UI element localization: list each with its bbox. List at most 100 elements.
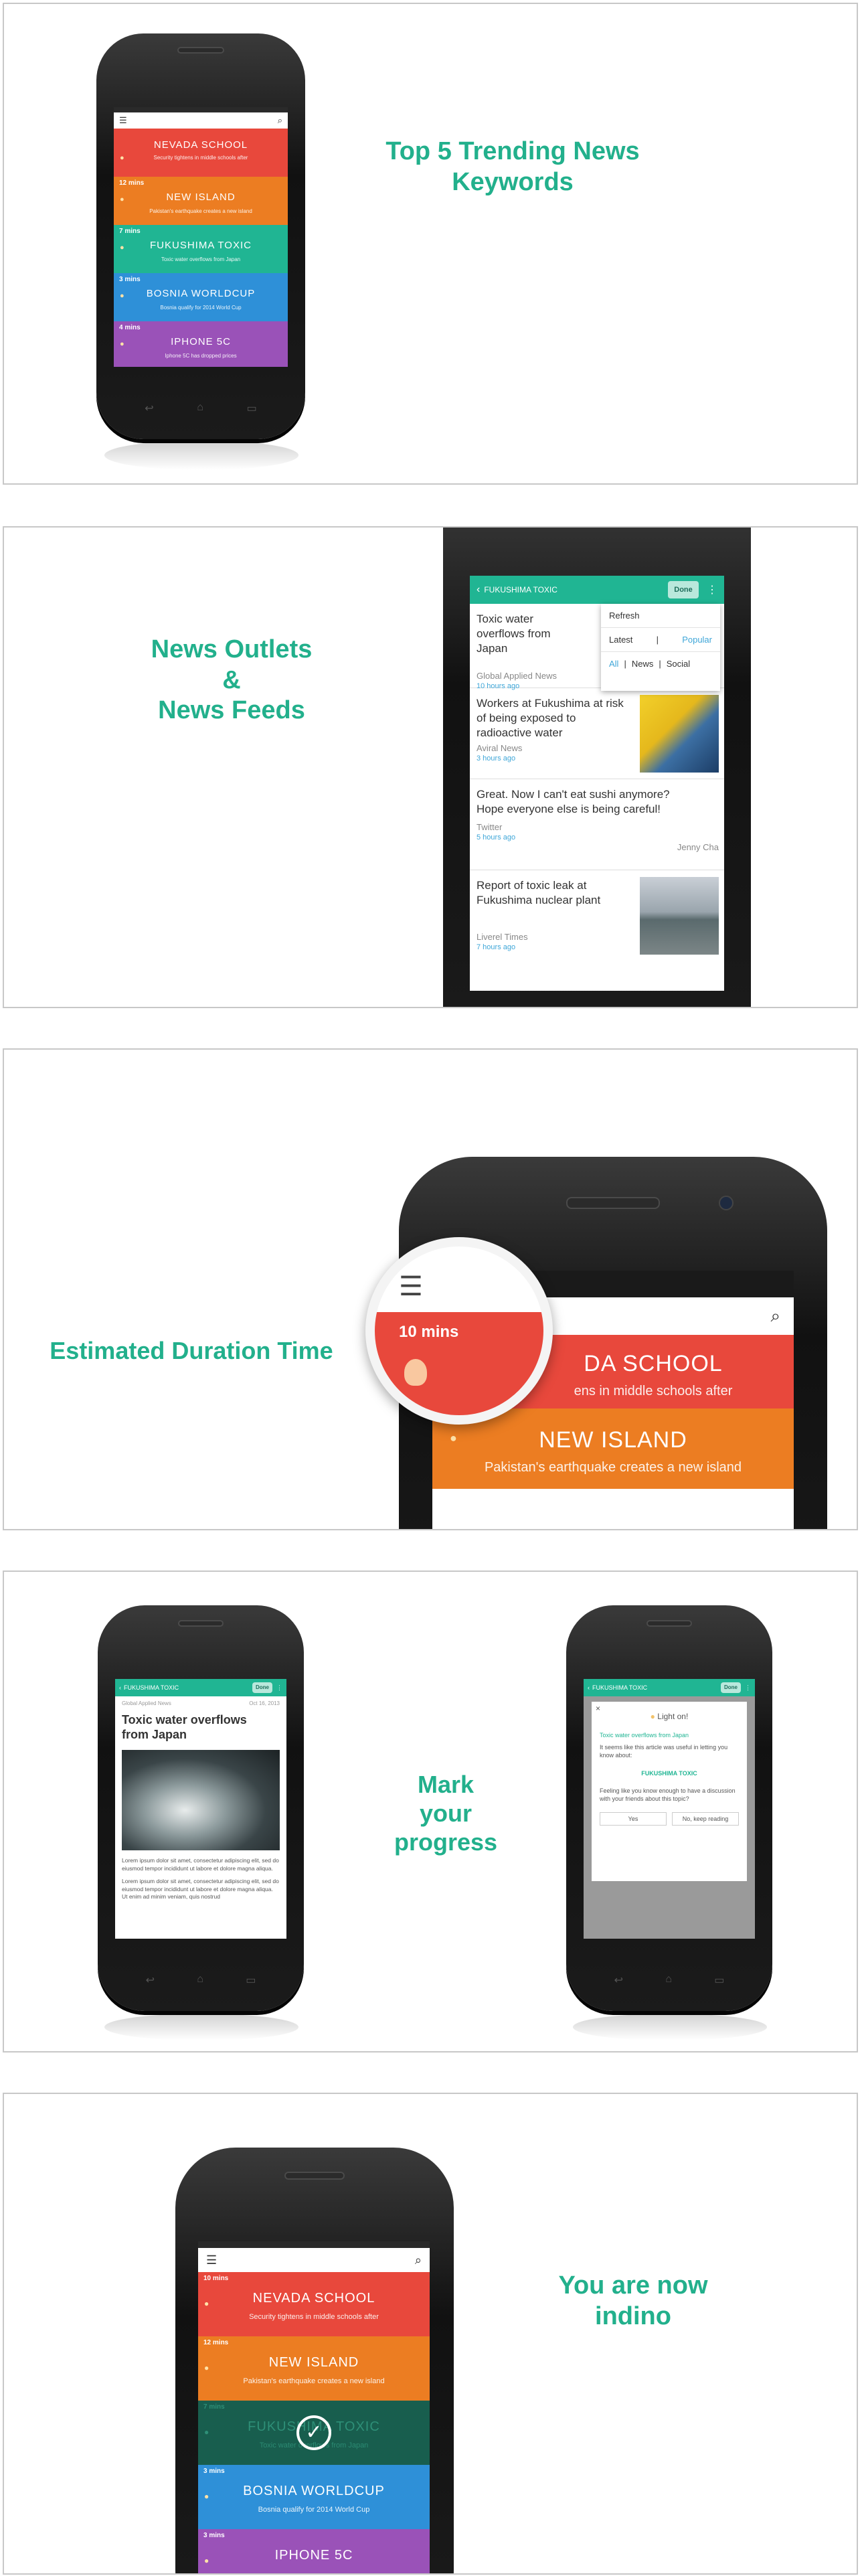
keyword-item-4[interactable]: 3 mins ● IPHONE 5C [198, 2529, 430, 2573]
feed-thumbnail [640, 877, 719, 955]
overflow-menu-icon[interactable]: ⋮ [276, 1684, 282, 1692]
back-icon[interactable]: ↩ [145, 402, 153, 415]
overflow-menu-icon[interactable]: ⋮ [707, 583, 717, 596]
done-button[interactable]: Done [668, 581, 699, 598]
speaker-grille [646, 1620, 692, 1627]
keyword-item-0[interactable]: ● NEVADA SCHOOL Security tightens in mid… [114, 129, 288, 177]
article-body: Lorem ipsum dolor sit amet, consectetur … [122, 1857, 279, 1872]
dialog-title: Light on! [657, 1712, 689, 1721]
feed-item-2[interactable]: Great. Now I can't eat sushi anymore? Ho… [470, 779, 724, 870]
caption-line: your [419, 1799, 472, 1828]
hardware-buttons: ↩ ⌂ ▭ [593, 1974, 746, 1987]
section-duration-time: Estimated Duration Time ⌕ DA SCHOOL ens … [3, 1048, 858, 1530]
caption-trending: Top 5 Trending News Keywords [385, 137, 640, 196]
bulb-icon: ● [650, 1712, 655, 1721]
speaker-grille [178, 1620, 224, 1627]
search-icon[interactable]: ⌕ [278, 115, 282, 126]
camera-icon [719, 1196, 734, 1210]
keyword-item-3[interactable]: 3 mins ● BOSNIA WORLDCUP Bosnia qualify … [198, 2465, 430, 2529]
caption-line: News Outlets [151, 635, 313, 663]
app-top-bar: ☰ ⌕ [198, 2248, 430, 2272]
keyword-item-2[interactable]: 7 mins ● FUKUSHIMA TOXIC Toxic water ove… [114, 225, 288, 273]
close-icon[interactable]: × [596, 1703, 600, 1714]
menu-news[interactable]: News [632, 659, 654, 669]
menu-popular[interactable]: Popular [682, 635, 712, 645]
home-icon[interactable]: ⌂ [665, 1974, 672, 1987]
search-icon[interactable]: ⌕ [770, 1305, 780, 1327]
recent-apps-icon[interactable]: ▭ [247, 402, 257, 415]
caption-duration: Estimated Duration Time [50, 1337, 333, 1364]
menu-latest[interactable]: Latest [609, 635, 632, 645]
phone-device: ‹ FUKUSHIMA TOXIC Done ⋮ Toxic water ove… [443, 528, 751, 1007]
home-icon[interactable]: ⌂ [197, 402, 203, 415]
keyword-item-4[interactable]: 4 mins ● IPHONE 5C Iphone 5C has dropped… [114, 321, 288, 367]
item-time: 10 mins [203, 2275, 229, 2282]
magnified-time: 10 mins [399, 1323, 459, 1341]
keyword-item-2-completed[interactable]: 7 mins ● FUKUSHIMA TOXIC Toxic water ove… [198, 2401, 430, 2465]
home-icon[interactable]: ⌂ [197, 1974, 203, 1987]
item-time: 7 mins [203, 2403, 225, 2411]
keyword-item-0[interactable]: 10 mins ● NEVADA SCHOOL Security tighten… [198, 2272, 430, 2336]
bulb-icon: ● [120, 244, 124, 252]
menu-icon[interactable]: ☰ [399, 1273, 426, 1301]
back-icon[interactable]: ↩ [614, 1974, 623, 1987]
caption-indino: You are now indino [526, 2271, 740, 2332]
done-button[interactable]: Done [252, 1682, 272, 1693]
item-subtitle: Iphone 5C has dropped prices [165, 353, 237, 359]
keyword-item-1[interactable]: 12 mins ● NEW ISLAND Pakistan's earthqua… [198, 2336, 430, 2401]
caption-line: Mark [417, 1771, 475, 1798]
yes-button[interactable]: Yes [600, 1812, 667, 1826]
article-date: Oct 16, 2013 [249, 1700, 280, 1706]
phone-screen: ‹ FUKUSHIMA TOXIC Done ⋮ Toxic water ove… [470, 576, 724, 991]
menu-icon[interactable]: ☰ [119, 115, 127, 126]
keep-reading-button[interactable]: No, keep reading [672, 1812, 739, 1826]
back-icon[interactable]: ↩ [146, 1974, 155, 1987]
hardware-buttons: ↩ ⌂ ▭ [124, 1974, 277, 1987]
item-subtitle: Pakistan's earthquake creates a new isla… [484, 1460, 742, 1475]
bulb-icon: ● [204, 2427, 209, 2437]
item-time: 3 mins [203, 2468, 225, 2475]
article-header-title: FUKUSHIMA TOXIC [124, 1684, 179, 1691]
menu-all[interactable]: All [609, 659, 618, 669]
keyword-item-3[interactable]: 3 mins ● BOSNIA WORLDCUP Bosnia qualify … [114, 273, 288, 321]
item-subtitle: Bosnia qualify for 2014 World Cup [160, 305, 242, 311]
feed-headline: Workers at Fukushima at risk of being ex… [477, 697, 624, 740]
feed-item-3[interactable]: Report of toxic leak at Fukushima nuclea… [470, 870, 724, 964]
caption-line: You are now [558, 2271, 708, 2300]
caption-mark-progress: Mark your progress [365, 1770, 526, 1857]
search-icon[interactable]: ⌕ [415, 2253, 422, 2267]
item-time: 12 mins [203, 2339, 229, 2346]
menu-refresh[interactable]: Refresh [601, 604, 720, 628]
dialog-keyword: FUKUSHIMA TOXIC [641, 1769, 697, 1777]
bulb-icon: ● [450, 1431, 457, 1445]
app-top-bar: ☰ ⌕ [114, 112, 288, 129]
phone-screen: ☰ ⌕ ● NEVADA SCHOOL Security tightens in… [114, 107, 288, 367]
phone-reflection [573, 2014, 767, 2040]
item-time: 3 mins [203, 2532, 225, 2539]
keyword-item-1[interactable]: ● NEW ISLAND Pakistan's earthquake creat… [432, 1408, 794, 1489]
dialog-question: It seems like this article was useful in… [600, 1744, 728, 1759]
bulb-icon: ● [120, 340, 124, 348]
article-header-title: FUKUSHIMA TOXIC [592, 1684, 648, 1691]
done-button[interactable]: Done [721, 1682, 741, 1693]
item-keyword: NEW ISLAND [268, 2355, 359, 2370]
overflow-menu-icon[interactable]: ⋮ [745, 1684, 751, 1692]
menu-separator: | [624, 659, 626, 669]
bulb-icon [404, 1359, 427, 1386]
menu-social[interactable]: Social [667, 659, 690, 669]
article-header: ‹ FUKUSHIMA TOXIC Done ⋮ [115, 1679, 286, 1696]
feed-headline: Report of toxic leak at Fukushima nuclea… [477, 879, 601, 907]
caption-news-outlets: News Outlets & News Feeds [131, 635, 332, 726]
back-chevron-icon[interactable]: ‹ [477, 584, 480, 596]
item-keyword: IPHONE 5C [274, 2548, 353, 2563]
back-chevron-icon[interactable]: ‹ [588, 1684, 590, 1691]
back-chevron-icon[interactable]: ‹ [119, 1684, 121, 1691]
recent-apps-icon[interactable]: ▭ [714, 1974, 724, 1987]
recent-apps-icon[interactable]: ▭ [246, 1974, 256, 1987]
item-keyword: NEW ISLAND [166, 191, 236, 203]
menu-icon[interactable]: ☰ [206, 2253, 217, 2267]
keyword-item-1[interactable]: 12 mins ● NEW ISLAND Pakistan's earthqua… [114, 177, 288, 225]
item-subtitle: Pakistan's earthquake creates a new isla… [149, 208, 252, 214]
feed-item-1[interactable]: Workers at Fukushima at risk of being ex… [470, 688, 724, 779]
bulb-icon: ● [204, 2492, 209, 2501]
